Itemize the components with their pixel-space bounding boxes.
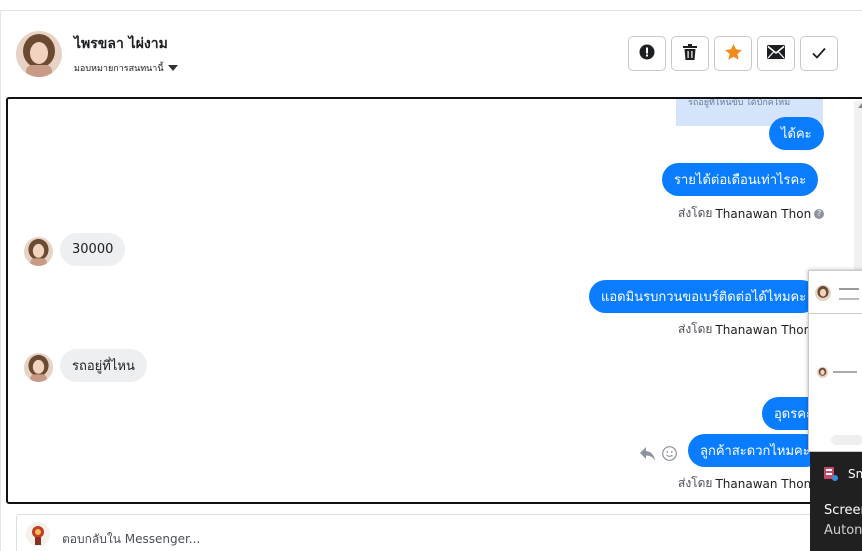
thumbnail-divider xyxy=(809,313,862,314)
sent-by-label: ส่งโดย Thanawan Thon xyxy=(678,474,811,493)
sent-by-prefix: ส่งโดย xyxy=(678,322,713,336)
thumbnail-text-line xyxy=(839,288,859,290)
message-bubble-incoming[interactable]: รถอยู่ที่ไหน xyxy=(60,349,147,382)
thumbnail-bubble xyxy=(831,435,862,445)
assign-conversation-dropdown[interactable]: มอบหมายการสนทนานี้ xyxy=(74,61,178,75)
page-avatar xyxy=(26,522,50,546)
message-bubble-outgoing[interactable]: แอดมินรบกวนขอเบร์ติดต่อได้ไหมคะ xyxy=(589,280,819,313)
app-title: Sn xyxy=(848,467,862,481)
mark-done-button[interactable] xyxy=(800,36,838,71)
sent-by-label: ส่งโดย Thanawan Thon ? xyxy=(678,204,825,223)
window-thumbnail-preview[interactable] xyxy=(808,270,862,452)
snipping-tool-icon xyxy=(824,466,838,481)
contact-avatar-small xyxy=(24,237,53,266)
message-text: ลูกค้าสะดวกไหมคะ xyxy=(700,444,810,459)
scroll-up-arrow-icon[interactable] xyxy=(858,103,862,108)
help-icon[interactable]: ? xyxy=(814,208,825,219)
mail-icon xyxy=(767,44,785,63)
sent-by-prefix: ส่งโดย xyxy=(678,476,713,490)
message-bubble-incoming[interactable]: 30000 xyxy=(60,233,126,266)
sender-name[interactable]: Thanawan Thon xyxy=(715,207,811,221)
message-text: แอดมินรบกวนขอเบร์ติดต่อได้ไหมคะ xyxy=(601,290,807,305)
quoted-message-text: รถอยู่ที่ไหนขับ ได้บักคไหม xyxy=(688,98,791,108)
reply-composer[interactable]: ตอบกลับใน Messenger... xyxy=(16,514,826,551)
thumbnail-avatar xyxy=(815,285,831,301)
chevron-down-icon xyxy=(167,65,178,71)
message-bubble-outgoing[interactable]: รายได้ต่อเดือนเท่าไรคะ xyxy=(662,163,819,196)
mark-spam-button[interactable] xyxy=(628,36,666,71)
thumbnail-text-line xyxy=(833,371,857,373)
sender-name[interactable]: Thanawan Thon xyxy=(715,323,811,337)
message-bubble-outgoing[interactable]: ลูกค้าสะดวกไหมคะ xyxy=(688,434,822,467)
assign-label: มอบหมายการสนทนานี้ xyxy=(74,64,164,74)
thumbnail-avatar xyxy=(817,367,828,378)
conversation-toolbar xyxy=(628,36,838,71)
left-divider xyxy=(0,10,1,551)
spam-icon xyxy=(639,44,655,64)
message-text: ได้คะ xyxy=(781,127,812,142)
check-icon xyxy=(812,44,826,63)
message-text: รายได้ต่อเดือนเท่าไรคะ xyxy=(674,173,807,188)
notification-title: Screer xyxy=(824,503,862,518)
message-text: รถอยู่ที่ไหน xyxy=(72,359,135,374)
message-text: 30000 xyxy=(72,242,114,257)
star-icon xyxy=(724,43,742,64)
message-bubble-outgoing[interactable]: ได้คะ xyxy=(769,117,824,150)
reply-input[interactable]: ตอบกลับใน Messenger... xyxy=(62,530,200,549)
taskbar-popup[interactable]: Sn Screer Auton xyxy=(810,452,862,551)
mark-unread-button[interactable] xyxy=(757,36,795,71)
sender-name[interactable]: Thanawan Thon xyxy=(715,477,811,491)
conversation-thread[interactable]: รถอยู่ที่ไหนขับ ได้บักคไหม ได้คะ รายได้ต… xyxy=(6,97,862,504)
messenger-window: ไพรขลา ไผ่งาม มอบหมายการสนทนานี้ รถอยู่ท… xyxy=(0,0,862,551)
reply-icon[interactable] xyxy=(640,446,656,465)
star-button[interactable] xyxy=(714,36,752,71)
contact-avatar[interactable] xyxy=(16,31,62,77)
thumbnail-text-line xyxy=(839,298,859,300)
contact-name: ไพรขลา ไผ่งาม xyxy=(74,36,168,52)
top-divider xyxy=(0,10,862,11)
contact-avatar-small xyxy=(24,353,53,382)
notification-subtitle: Auton xyxy=(824,523,862,538)
delete-button[interactable] xyxy=(671,36,709,71)
emoji-reaction-icon[interactable] xyxy=(662,446,677,465)
trash-icon xyxy=(683,43,697,64)
sent-by-prefix: ส่งโดย xyxy=(678,206,713,220)
sent-by-label: ส่งโดย Thanawan Thon xyxy=(678,320,811,339)
